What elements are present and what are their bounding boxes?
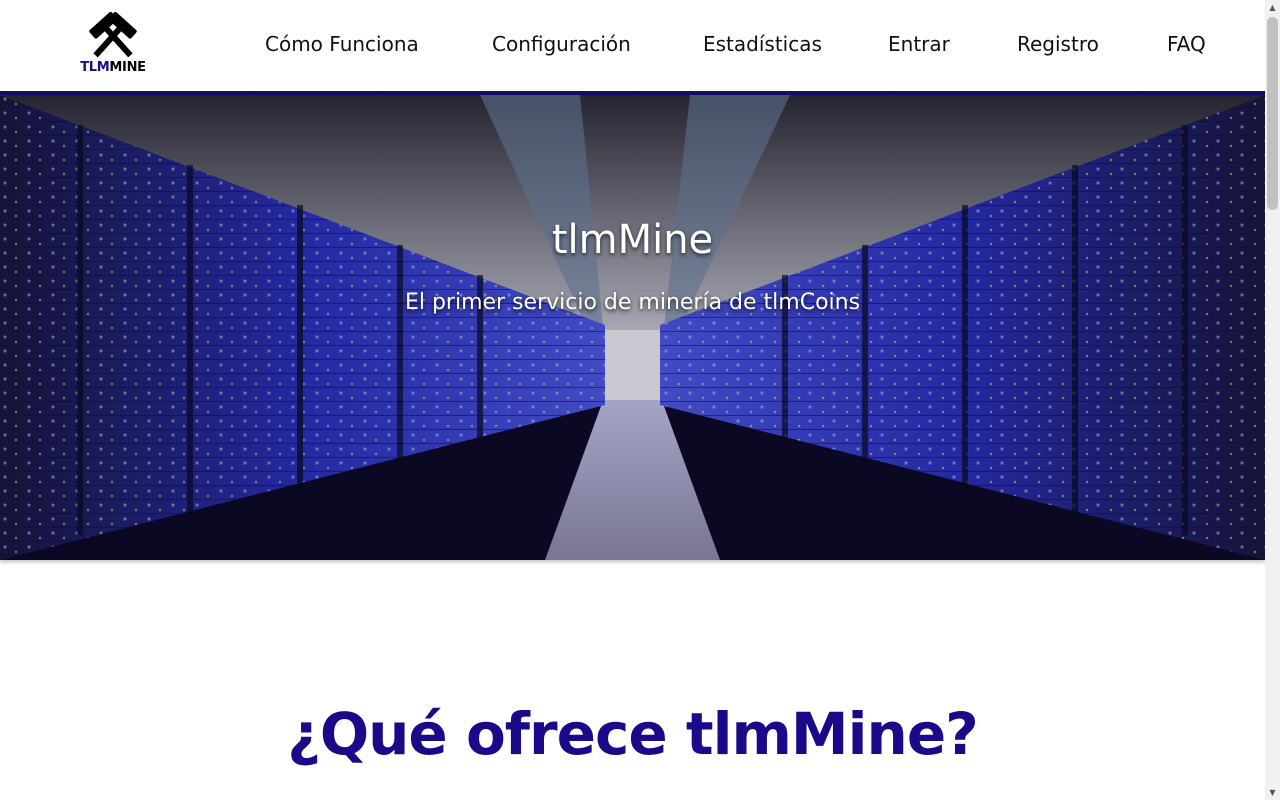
hero-subtitle: El primer servicio de minería de tlmCoin… xyxy=(404,290,861,315)
page: TLMMINE Cómo Funciona Configuración Esta… xyxy=(0,0,1265,800)
section-heading: ¿Qué ofrece tlmMine? xyxy=(287,700,979,768)
nav-item-estadisticas[interactable]: Estadísticas xyxy=(703,32,822,56)
scrollbar-thumb[interactable] xyxy=(1267,17,1278,210)
site-header: TLMMINE Cómo Funciona Configuración Esta… xyxy=(0,0,1265,91)
hero-banner: tlmMine El primer servicio de minería de… xyxy=(0,95,1265,560)
hero-background-image xyxy=(0,95,1265,560)
main-nav: Cómo Funciona Configuración Estadísticas… xyxy=(0,0,1265,91)
scroll-down-arrow-icon[interactable]: ▼ xyxy=(1265,785,1280,800)
nav-item-faq[interactable]: FAQ xyxy=(1167,32,1206,56)
nav-item-registro[interactable]: Registro xyxy=(1017,32,1099,56)
nav-item-entrar[interactable]: Entrar xyxy=(888,32,950,56)
vertical-scrollbar[interactable]: ▲ ▼ xyxy=(1265,0,1280,800)
nav-item-como-funciona[interactable]: Cómo Funciona xyxy=(265,32,419,56)
hero-title: tlmMine xyxy=(551,217,714,263)
scroll-up-arrow-icon[interactable]: ▲ xyxy=(1265,0,1280,15)
nav-item-configuracion[interactable]: Configuración xyxy=(492,32,631,56)
